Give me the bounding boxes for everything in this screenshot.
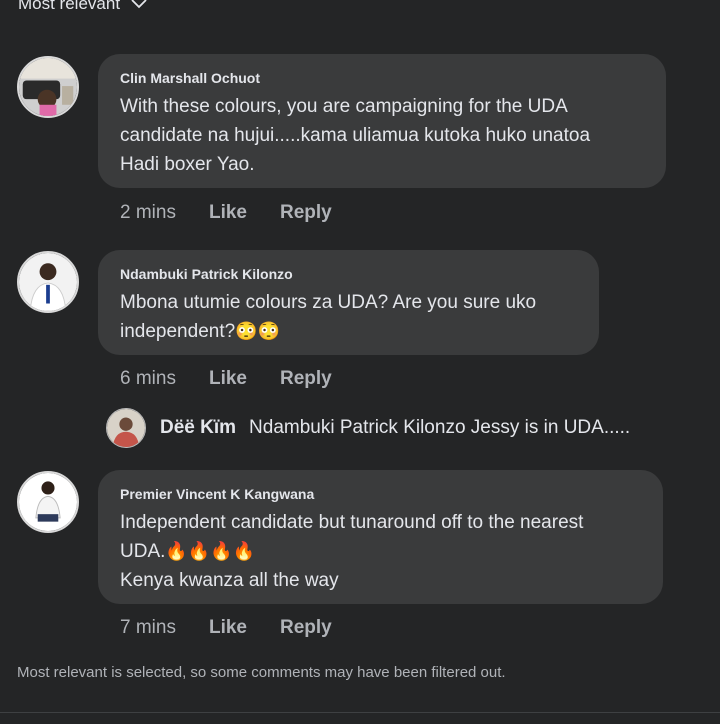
comment-line: independent?😳😳	[120, 317, 577, 346]
comment-line: UDA.🔥🔥🔥🔥	[120, 537, 641, 566]
divider	[0, 712, 720, 713]
reply-button[interactable]: Reply	[280, 202, 332, 224]
sort-label: Most relevant	[18, 0, 121, 13]
profile-photo	[19, 253, 77, 311]
fire-emoji-icon: 🔥🔥🔥🔥	[165, 541, 256, 561]
comment-time[interactable]: 2 mins	[120, 202, 176, 224]
comment-actions: 7 mins Like Reply	[120, 617, 332, 639]
filter-notice: Most relevant is selected, so some comme…	[17, 664, 506, 681]
reply-author[interactable]: Dëë Kïm	[160, 417, 236, 439]
comment-actions: 6 mins Like Reply	[120, 368, 332, 390]
comment-actions: 2 mins Like Reply	[120, 202, 332, 224]
comment-line: candidate na hujui.....kama uliamua kuto…	[120, 125, 591, 146]
like-button[interactable]: Like	[209, 202, 247, 224]
comment-author[interactable]: Clin Marshall Ochuot	[120, 70, 644, 86]
comment-bubble: Clin Marshall Ochuot With these colours,…	[98, 54, 666, 188]
comment-line: Kenya kwanza all the way	[120, 570, 339, 591]
avatar[interactable]	[17, 471, 79, 533]
avatar[interactable]	[17, 56, 79, 118]
comment-text: Independent candidate but tunaround off …	[120, 508, 641, 595]
reply-text: Ndambuki Patrick Kilonzo Jessy is in UDA…	[249, 417, 631, 438]
comment-line: Independent candidate but tunaround off …	[120, 512, 584, 533]
comment-line: Mbona utumie colours za UDA? Are you sur…	[120, 292, 537, 313]
comment-time[interactable]: 7 mins	[120, 617, 176, 639]
comment-text: With these colours, you are campaigning …	[120, 92, 644, 179]
like-button[interactable]: Like	[209, 617, 247, 639]
like-button[interactable]: Like	[209, 368, 247, 390]
comment-line-text: UDA.	[120, 541, 166, 562]
comment-line: Hadi boxer Yao.	[120, 154, 255, 175]
comment-author[interactable]: Ndambuki Patrick Kilonzo	[120, 266, 577, 282]
comment-line-text: independent?	[120, 321, 236, 342]
comment-bubble: Ndambuki Patrick Kilonzo Mbona utumie co…	[98, 250, 599, 355]
reply-button[interactable]: Reply	[280, 617, 332, 639]
comment-bubble: Premier Vincent K Kangwana Independent c…	[98, 470, 663, 604]
avatar[interactable]	[17, 251, 79, 313]
profile-photo	[19, 473, 77, 531]
avatar[interactable]	[106, 408, 146, 448]
chevron-down-icon	[131, 0, 147, 9]
comment-author[interactable]: Premier Vincent K Kangwana	[120, 486, 641, 502]
comment-time[interactable]: 6 mins	[120, 368, 176, 390]
comment-line: With these colours, you are campaigning …	[120, 96, 568, 117]
reply-button[interactable]: Reply	[280, 368, 332, 390]
reply-preview[interactable]: Dëë Kïm Ndambuki Patrick Kilonzo Jessy i…	[106, 408, 630, 448]
profile-photo	[19, 58, 77, 116]
profile-photo	[107, 409, 145, 447]
sort-dropdown[interactable]: Most relevant	[18, 0, 148, 14]
comment-text: Mbona utumie colours za UDA? Are you sur…	[120, 288, 577, 346]
flushed-emoji-icon: 😳😳	[235, 321, 280, 341]
